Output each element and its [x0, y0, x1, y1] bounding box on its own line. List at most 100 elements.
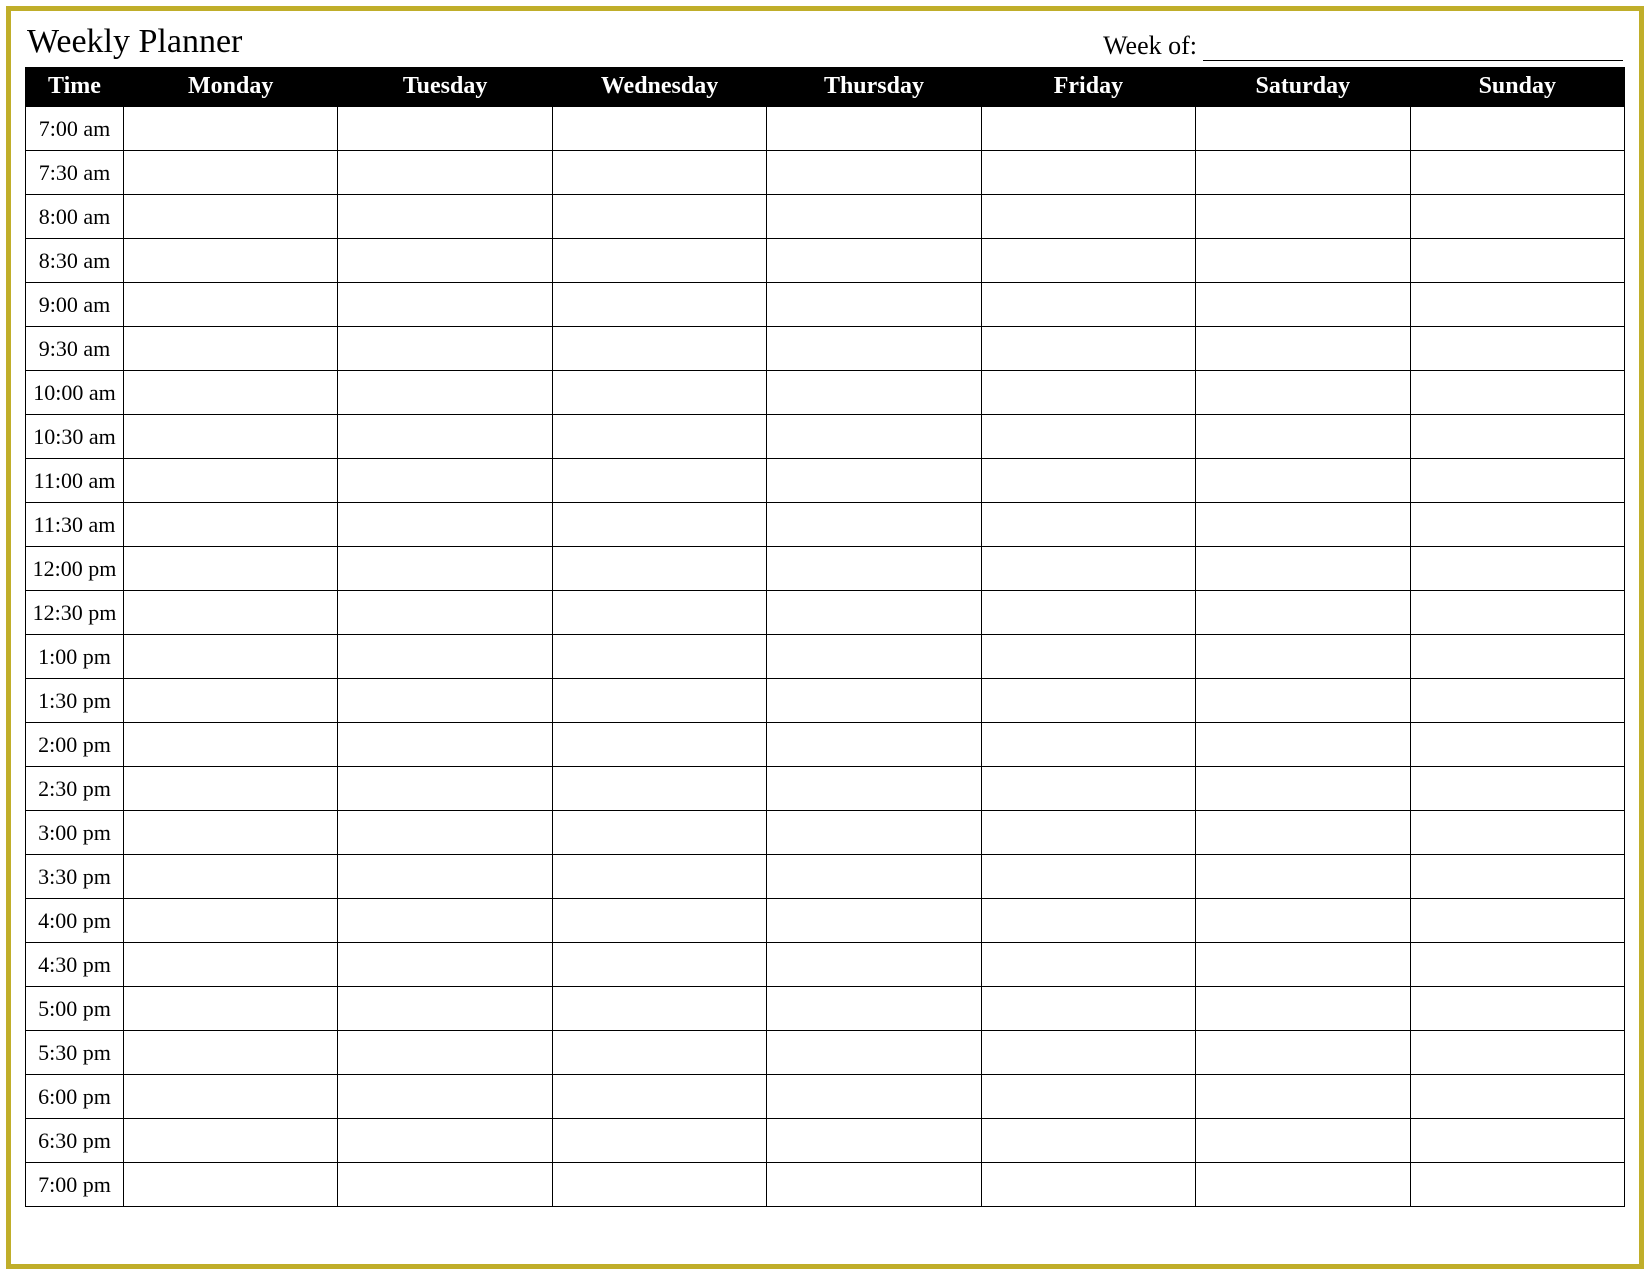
slot-cell[interactable]	[1196, 327, 1410, 371]
slot-cell[interactable]	[124, 151, 338, 195]
slot-cell[interactable]	[981, 1031, 1195, 1075]
slot-cell[interactable]	[981, 239, 1195, 283]
slot-cell[interactable]	[552, 503, 766, 547]
slot-cell[interactable]	[1196, 899, 1410, 943]
slot-cell[interactable]	[1196, 239, 1410, 283]
slot-cell[interactable]	[981, 547, 1195, 591]
slot-cell[interactable]	[124, 107, 338, 151]
slot-cell[interactable]	[1196, 415, 1410, 459]
slot-cell[interactable]	[767, 547, 981, 591]
slot-cell[interactable]	[338, 459, 552, 503]
slot-cell[interactable]	[338, 635, 552, 679]
slot-cell[interactable]	[981, 1075, 1195, 1119]
slot-cell[interactable]	[1410, 855, 1624, 899]
slot-cell[interactable]	[981, 635, 1195, 679]
slot-cell[interactable]	[767, 327, 981, 371]
slot-cell[interactable]	[767, 195, 981, 239]
slot-cell[interactable]	[338, 1163, 552, 1207]
slot-cell[interactable]	[981, 679, 1195, 723]
slot-cell[interactable]	[981, 151, 1195, 195]
slot-cell[interactable]	[552, 239, 766, 283]
slot-cell[interactable]	[767, 415, 981, 459]
slot-cell[interactable]	[338, 195, 552, 239]
slot-cell[interactable]	[767, 107, 981, 151]
slot-cell[interactable]	[1196, 723, 1410, 767]
slot-cell[interactable]	[1410, 1119, 1624, 1163]
slot-cell[interactable]	[767, 151, 981, 195]
slot-cell[interactable]	[124, 899, 338, 943]
slot-cell[interactable]	[767, 283, 981, 327]
slot-cell[interactable]	[1196, 195, 1410, 239]
slot-cell[interactable]	[767, 1163, 981, 1207]
slot-cell[interactable]	[338, 679, 552, 723]
slot-cell[interactable]	[1196, 283, 1410, 327]
slot-cell[interactable]	[1196, 1163, 1410, 1207]
slot-cell[interactable]	[552, 1119, 766, 1163]
slot-cell[interactable]	[338, 151, 552, 195]
slot-cell[interactable]	[1196, 635, 1410, 679]
slot-cell[interactable]	[981, 811, 1195, 855]
slot-cell[interactable]	[1410, 503, 1624, 547]
slot-cell[interactable]	[338, 547, 552, 591]
slot-cell[interactable]	[338, 415, 552, 459]
slot-cell[interactable]	[981, 459, 1195, 503]
slot-cell[interactable]	[981, 371, 1195, 415]
slot-cell[interactable]	[981, 503, 1195, 547]
slot-cell[interactable]	[124, 723, 338, 767]
slot-cell[interactable]	[1410, 195, 1624, 239]
slot-cell[interactable]	[1410, 151, 1624, 195]
slot-cell[interactable]	[981, 899, 1195, 943]
slot-cell[interactable]	[124, 811, 338, 855]
slot-cell[interactable]	[767, 1119, 981, 1163]
slot-cell[interactable]	[1196, 987, 1410, 1031]
slot-cell[interactable]	[124, 987, 338, 1031]
slot-cell[interactable]	[767, 723, 981, 767]
slot-cell[interactable]	[338, 1119, 552, 1163]
slot-cell[interactable]	[767, 767, 981, 811]
slot-cell[interactable]	[1410, 459, 1624, 503]
slot-cell[interactable]	[124, 943, 338, 987]
slot-cell[interactable]	[1410, 283, 1624, 327]
slot-cell[interactable]	[338, 723, 552, 767]
slot-cell[interactable]	[124, 503, 338, 547]
slot-cell[interactable]	[1410, 107, 1624, 151]
slot-cell[interactable]	[1410, 547, 1624, 591]
slot-cell[interactable]	[552, 415, 766, 459]
slot-cell[interactable]	[338, 767, 552, 811]
slot-cell[interactable]	[124, 195, 338, 239]
slot-cell[interactable]	[1410, 591, 1624, 635]
slot-cell[interactable]	[767, 943, 981, 987]
slot-cell[interactable]	[1196, 371, 1410, 415]
slot-cell[interactable]	[124, 679, 338, 723]
slot-cell[interactable]	[552, 679, 766, 723]
slot-cell[interactable]	[552, 987, 766, 1031]
slot-cell[interactable]	[124, 635, 338, 679]
slot-cell[interactable]	[552, 327, 766, 371]
slot-cell[interactable]	[1196, 1119, 1410, 1163]
slot-cell[interactable]	[338, 591, 552, 635]
slot-cell[interactable]	[1410, 943, 1624, 987]
slot-cell[interactable]	[1410, 679, 1624, 723]
slot-cell[interactable]	[767, 1075, 981, 1119]
slot-cell[interactable]	[981, 855, 1195, 899]
slot-cell[interactable]	[767, 679, 981, 723]
slot-cell[interactable]	[1196, 547, 1410, 591]
slot-cell[interactable]	[552, 283, 766, 327]
slot-cell[interactable]	[981, 415, 1195, 459]
slot-cell[interactable]	[1410, 1075, 1624, 1119]
slot-cell[interactable]	[1196, 107, 1410, 151]
slot-cell[interactable]	[552, 1163, 766, 1207]
slot-cell[interactable]	[981, 943, 1195, 987]
slot-cell[interactable]	[767, 987, 981, 1031]
slot-cell[interactable]	[552, 767, 766, 811]
slot-cell[interactable]	[1196, 679, 1410, 723]
slot-cell[interactable]	[767, 635, 981, 679]
slot-cell[interactable]	[552, 591, 766, 635]
slot-cell[interactable]	[124, 591, 338, 635]
slot-cell[interactable]	[981, 283, 1195, 327]
slot-cell[interactable]	[124, 547, 338, 591]
slot-cell[interactable]	[552, 195, 766, 239]
slot-cell[interactable]	[338, 283, 552, 327]
slot-cell[interactable]	[1410, 1031, 1624, 1075]
slot-cell[interactable]	[767, 371, 981, 415]
